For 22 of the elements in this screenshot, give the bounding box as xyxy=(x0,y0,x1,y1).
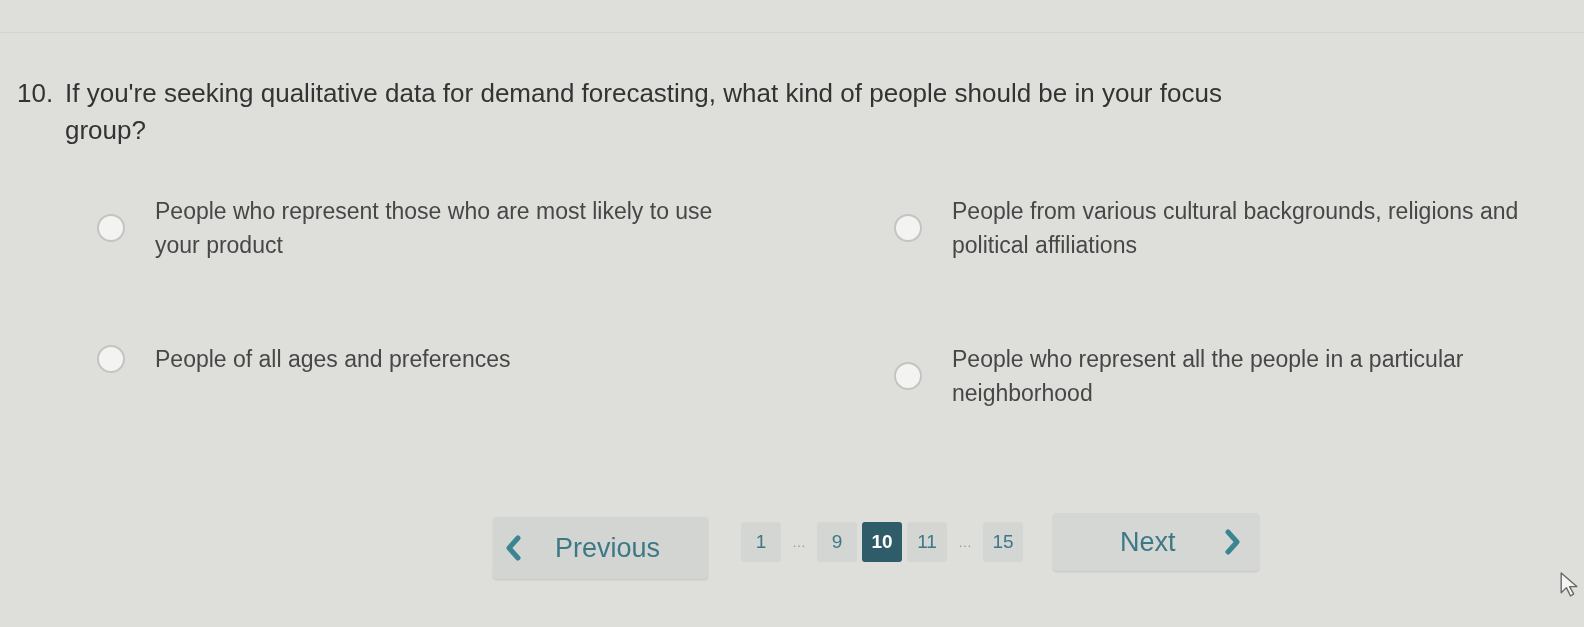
radio-button[interactable] xyxy=(97,345,125,373)
radio-button[interactable] xyxy=(97,214,125,242)
page-button[interactable]: 15 xyxy=(983,522,1023,562)
page-button[interactable]: 10 xyxy=(862,522,902,562)
question-text: If you're seeking qualitative data for demand forecasting, what kind of people should be in your focus group? xyxy=(65,77,1223,147)
option-text[interactable]: People of all ages and preferences xyxy=(155,342,733,376)
ellipsis-text: … xyxy=(791,532,807,552)
option-text[interactable]: People who represent all the people in a particular neighborhood xyxy=(952,342,1530,410)
previous-button[interactable]: Previous xyxy=(493,517,708,579)
option-text[interactable]: People who represent those who are most likely to use your product xyxy=(155,194,733,262)
page-button[interactable]: 11 xyxy=(907,522,947,562)
page-button[interactable]: 1 xyxy=(741,522,781,562)
option-text[interactable]: People from various cultural backgrounds, religions and political affiliations xyxy=(952,194,1530,262)
next-button[interactable]: Next xyxy=(1053,513,1259,571)
radio-button[interactable] xyxy=(894,362,922,390)
chevron-left-icon xyxy=(504,535,522,561)
radio-button[interactable] xyxy=(894,214,922,242)
mouse-cursor-icon xyxy=(1560,572,1578,597)
ellipsis-text: … xyxy=(957,532,973,552)
page-button[interactable]: 9 xyxy=(817,522,857,562)
chevron-right-icon xyxy=(1223,529,1242,555)
question-number: 10. xyxy=(17,77,55,110)
